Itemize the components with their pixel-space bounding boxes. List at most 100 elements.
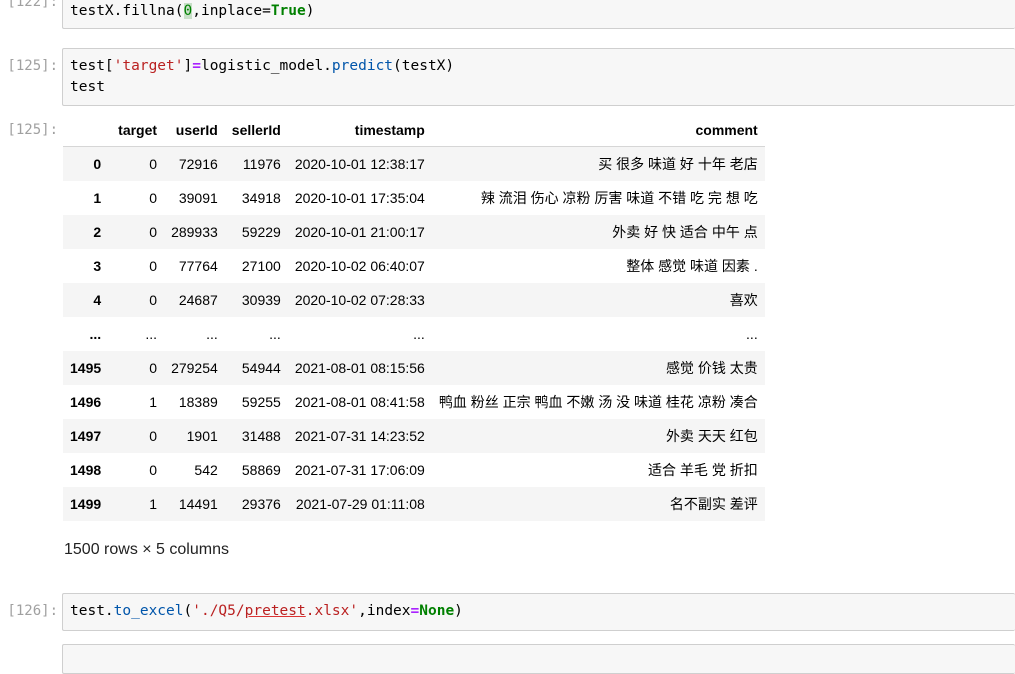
table-cell: 59229 — [241, 224, 281, 240]
code-token: = — [410, 603, 420, 619]
code-token: .xlsx' — [305, 603, 359, 619]
code-token: True — [270, 3, 306, 19]
table-cell: 2020-10-01 21:00:17 — [294, 224, 425, 240]
code-token: test[ — [70, 58, 114, 74]
table-cell: 0 — [149, 292, 158, 308]
row-index: 1499 — [70, 496, 102, 512]
table-cell: 58869 — [241, 462, 281, 478]
code-token: test. — [70, 603, 114, 619]
code-cell-122[interactable]: testX.fillna(0,inplace=True) — [62, 0, 1015, 29]
table-cell: 整体 感觉 味道 因素 . — [626, 258, 758, 274]
table-cell: 18389 — [178, 394, 218, 410]
table-header-row: target userId sellerId timestamp comment — [63, 113, 765, 147]
code-cell-125[interactable]: test['target']=logistic_model.predict(te… — [62, 48, 1015, 106]
table-cell: 感觉 价钱 太贵 — [665, 360, 758, 376]
table-cell: 辣 流泪 伤心 凉粉 厉害 味道 不错 吃 完 想 吃 — [480, 190, 758, 206]
dataframe-shape: 1500 rows × 5 columns — [64, 541, 229, 558]
table-row: 1498 0 542 58869 2021-07-31 17:06:09 适合 羊毛 党 … — [63, 453, 765, 487]
table-cell: 外卖 好 快 适合 中午 点 — [612, 224, 758, 240]
code-token: ) — [305, 3, 315, 19]
table-cell: 名不副实 差评 — [669, 496, 758, 512]
table-row: 3 0 77764 27100 2020-10-02 06:40:07 整体 感觉 味道 … — [63, 249, 765, 283]
code-token: ,inplace= — [192, 3, 271, 19]
code-token: './Q5/ — [192, 603, 245, 619]
table-cell: 77764 — [178, 258, 218, 274]
table-cell: 59255 — [241, 394, 281, 410]
table-cell: 24687 — [178, 292, 218, 308]
table-row: 2 0 289933 59229 2020-10-01 21:00:17 外卖 好 快 适… — [63, 215, 765, 249]
table-cell: 鸭血 粉丝 正宗 鸭血 不嫩 汤 没 味道 桂花 凉粉 凑合 — [438, 394, 758, 410]
table-cell: 11976 — [242, 156, 281, 172]
code-token: ) — [454, 603, 463, 619]
code-token: 'target' — [113, 58, 184, 74]
column-header: sellerId — [224, 113, 288, 147]
row-index: 0 — [93, 156, 102, 172]
code-token: pretest — [244, 603, 306, 619]
column-header: target — [111, 113, 165, 147]
table-cell: 1 — [149, 496, 158, 512]
table-row: 0 0 72916 11976 2020-10-01 12:38:17 买 很多 味道 好… — [63, 146, 765, 181]
table-cell: 2021-07-31 17:06:09 — [294, 462, 425, 478]
input-prompt: [126]: — [7, 603, 58, 619]
code-token: ] — [183, 58, 193, 74]
table-cell: 0 — [149, 156, 158, 172]
table-cell: 2020-10-01 17:35:04 — [294, 190, 425, 206]
row-index: 1497 — [70, 428, 102, 444]
code-token: = — [192, 58, 201, 74]
row-index: 1 — [93, 190, 102, 206]
table-cell: 39091 — [178, 190, 218, 206]
table-cell: 0 — [149, 462, 158, 478]
table-cell: 2020-10-01 12:38:17 — [294, 156, 425, 172]
table-cell: 2021-07-29 01:11:08 — [295, 496, 425, 512]
row-index: ... — [89, 326, 102, 342]
table-cell: 72916 — [178, 156, 218, 172]
table-cell: 外卖 天天 红包 — [665, 428, 758, 444]
table-cell: 2021-08-01 08:41:58 — [294, 394, 425, 410]
table-cell: 27100 — [241, 258, 281, 274]
dataframe-table: target userId sellerId timestamp comment… — [63, 113, 765, 521]
table-cell: 0 — [149, 190, 158, 206]
code-token: ( — [183, 603, 193, 619]
table-cell: 2021-07-31 14:23:52 — [294, 428, 425, 444]
row-index: 1496 — [70, 394, 102, 410]
table-cell: ... — [746, 326, 758, 342]
table-cell: 0 — [149, 360, 158, 376]
table-cell: 34918 — [241, 190, 281, 206]
table-cell: ... — [206, 326, 218, 342]
table-cell: 2021-08-01 08:15:56 — [294, 360, 425, 376]
code-token: logistic_model. — [200, 58, 332, 74]
row-index: 1498 — [70, 462, 102, 478]
table-cell: 0 — [149, 224, 158, 240]
column-header: timestamp — [287, 113, 432, 147]
code-token: 0 — [183, 3, 193, 19]
row-index: 3 — [93, 258, 102, 274]
table-cell: 0 — [149, 258, 158, 274]
table-cell: 喜欢 — [729, 292, 758, 308]
row-index: 1495 — [70, 360, 102, 376]
output-prompt: [125]: — [7, 122, 58, 138]
table-cell: 30939 — [241, 292, 281, 308]
code-token: (testX) — [393, 58, 455, 74]
table-cell: 买 很多 味道 好 十年 老店 — [598, 156, 758, 172]
input-prompt: [125]: — [7, 58, 58, 74]
table-cell: 2020-10-02 07:28:33 — [294, 292, 425, 308]
table-row: .................. — [63, 317, 765, 351]
column-header: userId — [164, 113, 225, 147]
code-line: test — [70, 79, 105, 95]
code-cell-126[interactable]: test.to_excel('./Q5/pretest.xlsx',index=… — [62, 593, 1015, 631]
code-token: predict — [331, 58, 394, 74]
table-cell: 542 — [194, 462, 218, 478]
table-row: 1497 0 1901 31488 2021-07-31 14:23:52 外卖 天天 红… — [63, 419, 765, 453]
code-token: testX.fillna( — [70, 3, 184, 19]
table-cell: 0 — [149, 428, 158, 444]
code-token: to_excel — [113, 603, 184, 619]
table-cell: 279254 — [171, 360, 218, 376]
table-cell: 31488 — [241, 428, 281, 444]
table-row: 1496 1 18389 59255 2021-08-01 08:41:58 鸭血 粉丝 … — [63, 385, 765, 419]
column-header: comment — [431, 113, 765, 147]
table-cell: 54944 — [241, 360, 281, 376]
table-cell: ... — [145, 326, 158, 342]
table-cell: 289933 — [171, 224, 218, 240]
code-cell-empty[interactable] — [62, 644, 1015, 674]
table-cell: 2020-10-02 06:40:07 — [294, 258, 425, 274]
